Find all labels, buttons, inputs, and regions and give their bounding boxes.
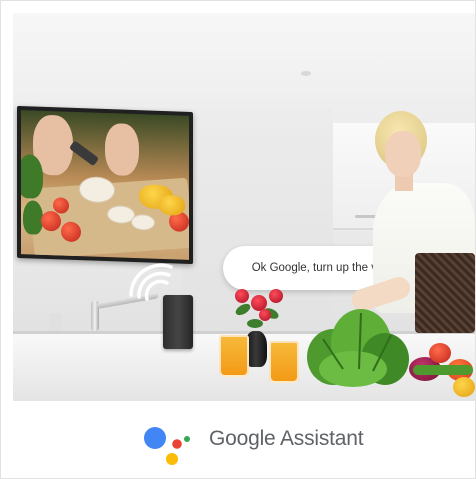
tv-tomato — [41, 210, 61, 232]
smart-speaker-icon — [163, 295, 193, 349]
kitchen-scene: Ok Google, turn up the volume — [13, 13, 475, 401]
tv-screen — [21, 110, 189, 260]
tv-bell-pepper — [159, 194, 185, 216]
wall-tv — [17, 105, 193, 265]
rose-flower — [259, 309, 271, 321]
product-image-frame: Ok Google, turn up the volume Google Ass… — [0, 0, 476, 479]
google-assistant-wordmark: Google Assistant — [209, 427, 364, 450]
woman-face — [385, 131, 421, 177]
orange-juice-glass — [219, 335, 249, 377]
tv-mushroom — [131, 213, 155, 231]
tv-tomato — [61, 221, 81, 243]
ceiling — [13, 13, 475, 108]
herb-bunch — [413, 365, 473, 375]
tv-mushroom — [79, 176, 115, 204]
tv-knife — [68, 140, 100, 167]
orange-juice-glass — [269, 341, 299, 383]
tomato — [429, 343, 451, 363]
rose-flower — [235, 289, 249, 303]
google-assistant-dots-icon — [144, 427, 190, 465]
tv-tomato — [53, 197, 69, 214]
ceiling-light — [301, 71, 311, 76]
tv-hand — [105, 123, 139, 177]
soap-dispenser — [49, 313, 61, 331]
rose-leaf — [247, 319, 263, 328]
leafy-greens — [307, 309, 409, 387]
rose-flower — [269, 289, 283, 303]
yellow-pepper — [453, 377, 475, 397]
woman-apron — [415, 253, 475, 333]
tv-herb — [23, 200, 43, 235]
